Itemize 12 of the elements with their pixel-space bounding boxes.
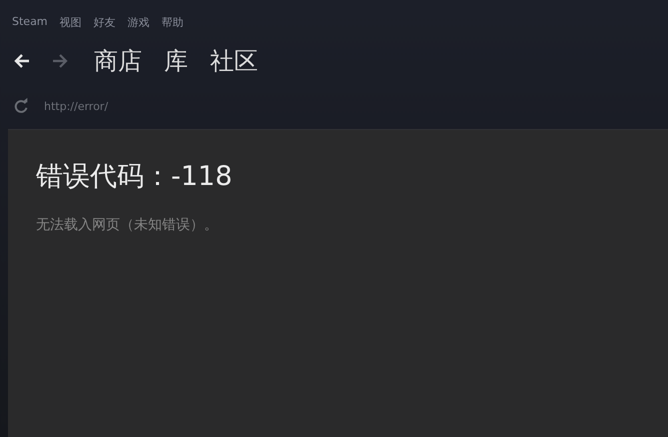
menu-item[interactable]: Steam bbox=[12, 15, 48, 39]
error-message: 无法载入网页（未知错误）。 bbox=[36, 216, 219, 234]
menu-item[interactable]: 帮助 bbox=[162, 15, 184, 39]
menu-item[interactable]: 好友 bbox=[94, 15, 116, 39]
menu-item[interactable]: 游戏 bbox=[128, 15, 150, 39]
url-text[interactable]: http://error/ bbox=[44, 100, 108, 112]
nav-tab[interactable]: 商店 bbox=[94, 45, 142, 77]
menu-item[interactable]: 视图 bbox=[60, 15, 82, 39]
reload-icon[interactable] bbox=[12, 97, 30, 115]
nav-tab[interactable]: 社区 bbox=[210, 45, 258, 77]
nav-tab[interactable]: 库 bbox=[164, 45, 188, 77]
error-title: 错误代码：-118 bbox=[36, 160, 234, 194]
